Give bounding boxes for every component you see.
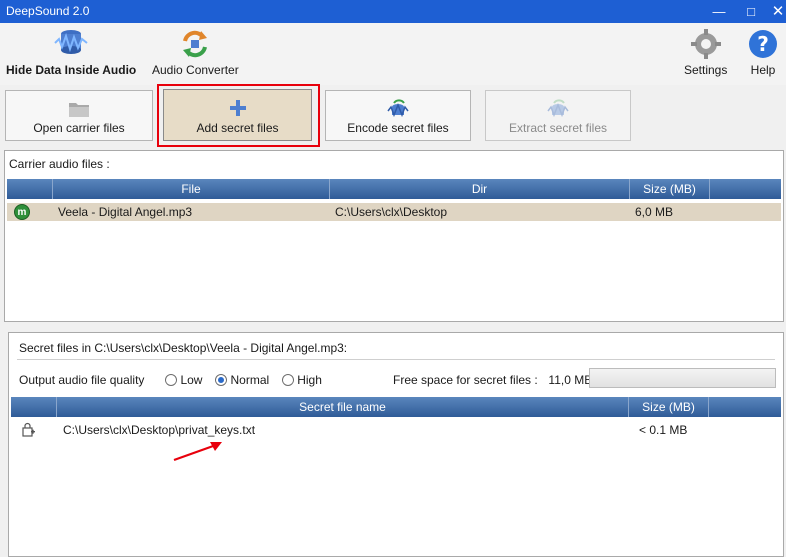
- folder-icon: [67, 99, 91, 119]
- divider: [17, 359, 775, 360]
- carrier-icon-column: [7, 179, 53, 199]
- secret-name-column-header[interactable]: Secret file name: [57, 397, 629, 417]
- carrier-grid-header: File Dir Size (MB): [7, 179, 781, 199]
- secret-panel-title: Secret files in C:\Users\clx\Desktop\Vee…: [19, 341, 348, 355]
- main-menubar: Hide Data Inside Audio Audio Converter S…: [0, 23, 786, 85]
- quality-high-radio[interactable]: [281, 374, 294, 386]
- secret-size-column-header[interactable]: Size (MB): [629, 397, 709, 417]
- secret-panel: Secret files in C:\Users\clx\Desktop\Vee…: [8, 332, 784, 557]
- settings-menu-item[interactable]: Settings: [684, 27, 727, 77]
- carrier-panel-title: Carrier audio files :: [9, 157, 110, 171]
- minimize-button[interactable]: —: [705, 0, 733, 23]
- carrier-row[interactable]: m Veela - Digital Angel.mp3 C:\Users\clx…: [7, 203, 781, 221]
- secret-row[interactable]: C:\Users\clx\Desktop\privat_keys.txt < 0…: [11, 421, 781, 439]
- carrier-dir-column-header[interactable]: Dir: [330, 179, 630, 199]
- encode-secret-files-button[interactable]: Encode secret files: [325, 90, 471, 141]
- carrier-file-name: Veela - Digital Angel.mp3: [58, 205, 193, 219]
- carrier-file-size: 6,0 MB: [635, 205, 674, 219]
- encode-icon: [386, 99, 410, 119]
- extract-icon: [546, 99, 570, 119]
- quality-row: Output audio file quality Low Normal Hig…: [19, 373, 322, 387]
- quality-high-label: High: [297, 373, 322, 387]
- extract-secret-files-label: Extract secret files: [508, 121, 608, 135]
- quality-normal-radio[interactable]: [215, 374, 228, 386]
- secret-grid-header: Secret file name Size (MB): [11, 397, 781, 417]
- audio-converter-label: Audio Converter: [152, 63, 239, 77]
- free-space-value: 11,0 MB: [548, 373, 593, 387]
- carrier-panel: Carrier audio files :: [4, 150, 784, 322]
- free-space-bar: [589, 368, 776, 388]
- help-icon: ?: [745, 27, 781, 61]
- extract-secret-files-button[interactable]: Extract secret files: [485, 90, 631, 141]
- maximize-button[interactable]: □: [737, 0, 765, 23]
- free-space-row: Free space for secret files : 11,0 MB: [393, 373, 592, 387]
- secret-file-size: < 0.1 MB: [639, 423, 688, 437]
- secret-icon-column: [11, 397, 57, 417]
- settings-label: Settings: [684, 63, 728, 77]
- free-space-label: Free space for secret files :: [393, 373, 538, 387]
- database-wave-icon: [53, 27, 89, 61]
- quality-low-radio[interactable]: [165, 374, 178, 386]
- help-label: Help: [750, 63, 776, 77]
- hide-data-menu-item[interactable]: Hide Data Inside Audio: [6, 27, 136, 77]
- open-carrier-files-button[interactable]: Open carrier files: [5, 90, 153, 141]
- gear-icon: [688, 27, 724, 61]
- hide-data-label: Hide Data Inside Audio: [6, 63, 137, 77]
- open-carrier-files-label: Open carrier files: [33, 121, 125, 135]
- highlight-box: [157, 84, 320, 147]
- secret-file-icon: [20, 422, 36, 441]
- quality-low-label: Low: [180, 373, 203, 387]
- convert-icon: [177, 27, 213, 61]
- secret-file-name: C:\Users\clx\Desktop\privat_keys.txt: [63, 423, 256, 437]
- carrier-size-column-header[interactable]: Size (MB): [630, 179, 710, 199]
- quality-normal-label: Normal: [230, 373, 270, 387]
- svg-text:?: ?: [757, 32, 769, 56]
- carrier-file-dir: C:\Users\clx\Desktop: [335, 205, 448, 219]
- title-bar: DeepSound 2.0 — □ ✕: [0, 0, 786, 23]
- quality-label: Output audio file quality: [19, 373, 145, 387]
- encode-secret-files-label: Encode secret files: [347, 121, 449, 135]
- window-title: DeepSound 2.0: [6, 4, 90, 18]
- audio-converter-menu-item[interactable]: Audio Converter: [152, 27, 239, 77]
- close-button[interactable]: ✕: [764, 0, 786, 23]
- annotation-arrow: [173, 442, 222, 462]
- audio-file-icon: m: [14, 204, 30, 220]
- help-menu-item[interactable]: ? Help: [745, 27, 781, 77]
- carrier-file-column-header[interactable]: File: [53, 179, 330, 199]
